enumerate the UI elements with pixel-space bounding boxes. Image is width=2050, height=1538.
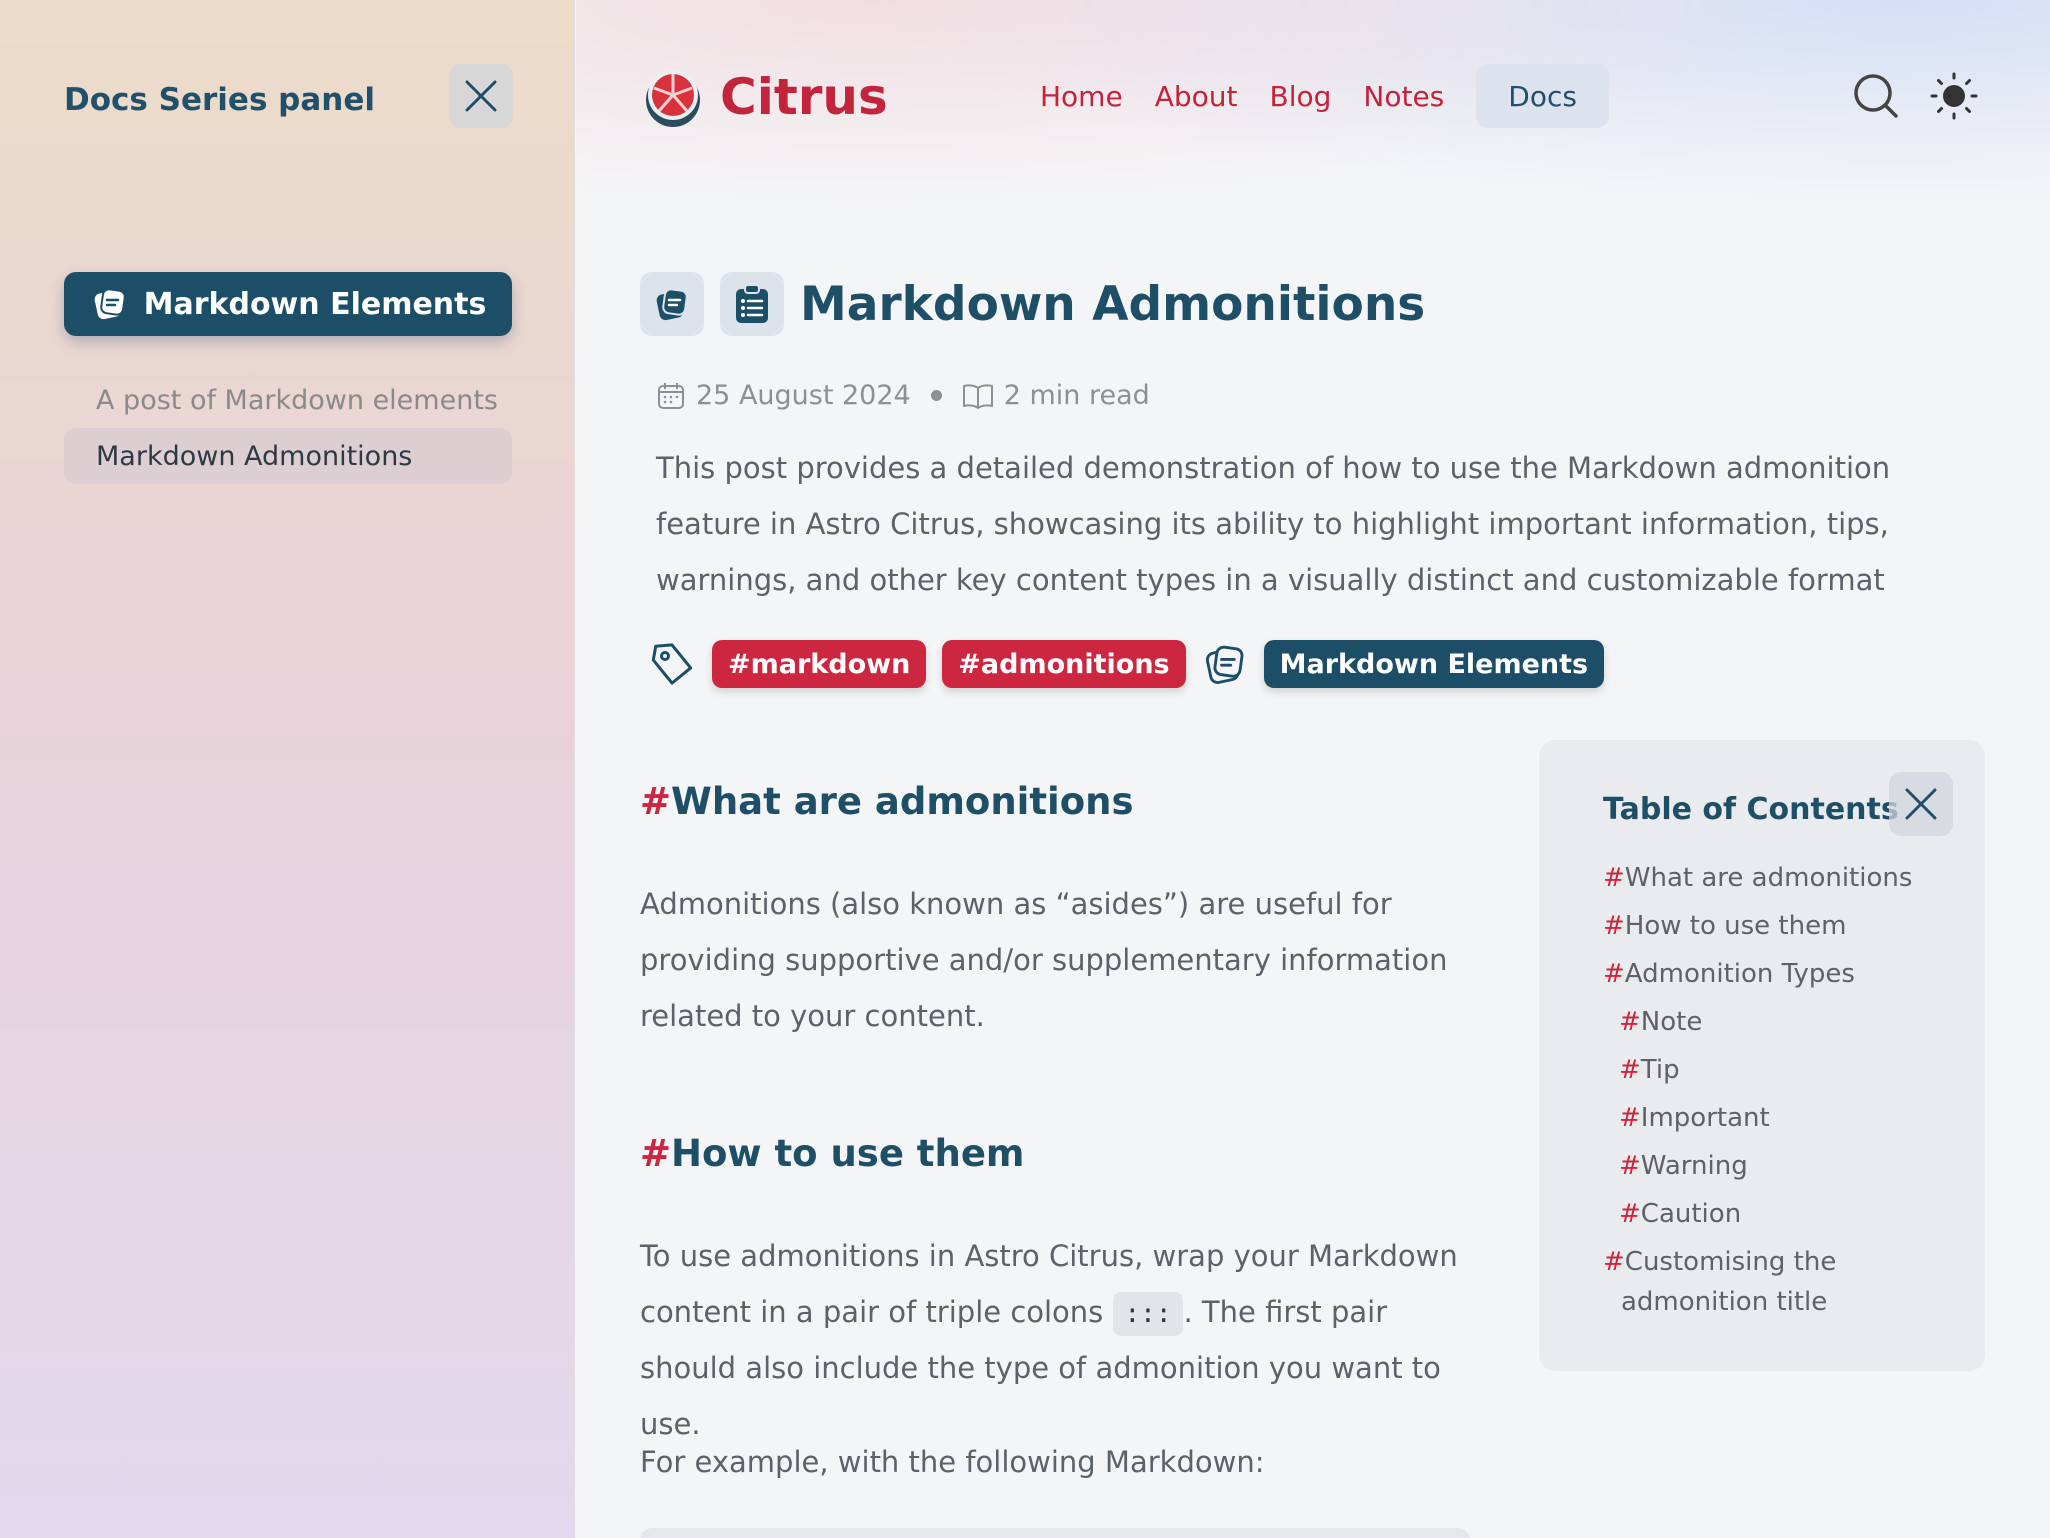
main-nav: Home About Blog Notes Docs (1040, 64, 1609, 128)
search-icon (1854, 74, 1898, 118)
article-title-row: Markdown Admonitions (640, 272, 1425, 336)
toc-item[interactable]: #Tip (1603, 1050, 1943, 1090)
tag-row: #markdown #admonitions Markdown Elements (648, 640, 1605, 688)
table-of-contents: Table of Contents #What are admonitions … (1539, 740, 1985, 1371)
sun-icon (1930, 72, 1978, 120)
toc-hash: # (1619, 1103, 1641, 1133)
nav-home[interactable]: Home (1040, 80, 1123, 113)
sidebar-item-label: Markdown Admonitions (96, 440, 413, 472)
nav-about[interactable]: About (1155, 80, 1238, 113)
site-logo[interactable]: Citrus (640, 64, 888, 130)
nav-docs[interactable]: Docs (1476, 64, 1609, 128)
toc-hash: # (1619, 1199, 1641, 1229)
nav-blog[interactable]: Blog (1269, 80, 1331, 113)
toc-item[interactable]: #Note (1603, 1002, 1943, 1042)
toc-list: #What are admonitions #How to use them #… (1603, 858, 1943, 1330)
page-title: Markdown Admonitions (800, 276, 1426, 332)
toc-hash: # (1619, 1055, 1641, 1085)
series-icon (1205, 645, 1244, 684)
toc-hash: # (1619, 1151, 1641, 1181)
read-time: 2 min read (1003, 380, 1150, 411)
sidebar-title: Docs Series panel (64, 82, 376, 118)
toc-label: How to use them (1624, 911, 1847, 941)
toc-item[interactable]: #Warning (1603, 1146, 1943, 1186)
doc-badge (720, 272, 784, 336)
toc-item[interactable]: #What are admonitions (1603, 858, 1943, 898)
toc-label: Caution (1640, 1199, 1742, 1229)
toc-label: Warning (1640, 1151, 1748, 1181)
toc-label: Note (1640, 1007, 1703, 1037)
code-block (640, 1528, 1470, 1538)
article-description: This post provides a detailed demonstrat… (656, 451, 1891, 597)
toc-close-button[interactable] (1889, 772, 1953, 836)
sidebar-item-markdown-admonitions[interactable]: Markdown Admonitions (64, 428, 512, 484)
heading-anchor[interactable]: # (640, 780, 671, 823)
close-icon (465, 80, 497, 112)
toc-hash: # (1603, 959, 1625, 989)
tag-admonitions[interactable]: #admonitions (942, 640, 1186, 688)
toc-label: Tip (1640, 1055, 1680, 1085)
toc-label: Important (1640, 1103, 1770, 1133)
toc-item[interactable]: #How to use them (1603, 906, 1943, 946)
heading-anchor[interactable]: # (640, 1132, 671, 1175)
sidebar-close-button[interactable] (449, 64, 513, 128)
toc-item[interactable]: #Customising the admonition title (1603, 1242, 1943, 1322)
section-body: Admonitions (also known as “asides”) are… (640, 887, 1448, 1033)
calendar-icon (658, 382, 684, 409)
toc-label: Customising the admonition title (1621, 1247, 1837, 1317)
toc-item[interactable]: #Admonition Types (1603, 954, 1943, 994)
sidebar-item-label: A post of Markdown elements (96, 384, 498, 416)
series-tag[interactable]: Markdown Elements (1263, 640, 1605, 688)
heading-text: What are admonitions (671, 780, 1134, 823)
toc-title: Table of Contents (1603, 792, 1899, 827)
sidebar-item-markdown-elements[interactable]: A post of Markdown elements (64, 372, 512, 428)
article-date: 25 August 2024 (696, 380, 911, 411)
close-icon (1905, 788, 1937, 820)
toc-hash: # (1603, 911, 1625, 941)
heading-text: How to use them (671, 1132, 1025, 1175)
toc-item[interactable]: #Important (1603, 1098, 1943, 1138)
search-button[interactable] (1850, 70, 1902, 122)
theme-toggle-button[interactable] (1928, 70, 1980, 122)
example-intro: For example, with the following Markdown… (640, 1445, 1265, 1479)
inline-code: ::: (1112, 1292, 1184, 1336)
toc-label: What are admonitions (1624, 863, 1913, 893)
docs-series-sidebar: Docs Series panel Markdown Elements A po… (0, 0, 575, 1538)
series-icon (94, 288, 126, 320)
nav-notes[interactable]: Notes (1363, 80, 1444, 113)
toc-hash: # (1603, 1247, 1625, 1277)
series-title-button[interactable]: Markdown Elements (64, 272, 512, 336)
meta-separator (930, 390, 942, 401)
section-heading-how-to-use-them: #How to use them (640, 1132, 1024, 1175)
toc-hash: # (1619, 1007, 1641, 1037)
section-body: To use admonitions in Astro Citrus, wrap… (640, 1228, 1480, 1452)
watermelon-logo-icon (646, 70, 700, 127)
logo-text: Citrus (720, 68, 888, 126)
book-icon (962, 383, 993, 409)
article-meta: 25 August 2024 2 min read (656, 380, 1150, 411)
tag-markdown[interactable]: #markdown (712, 640, 927, 688)
header-gradient (576, 0, 2050, 260)
series-title-label: Markdown Elements (143, 286, 487, 322)
toc-item[interactable]: #Caution (1603, 1194, 1943, 1234)
tag-icon (651, 643, 693, 685)
toc-hash: # (1603, 863, 1625, 893)
clipboard-icon (736, 284, 768, 323)
section-heading-what-are-admonitions: #What are admonitions (640, 780, 1134, 823)
toc-label: Admonition Types (1624, 959, 1855, 989)
series-badge[interactable] (640, 272, 704, 336)
series-icon (656, 288, 688, 321)
